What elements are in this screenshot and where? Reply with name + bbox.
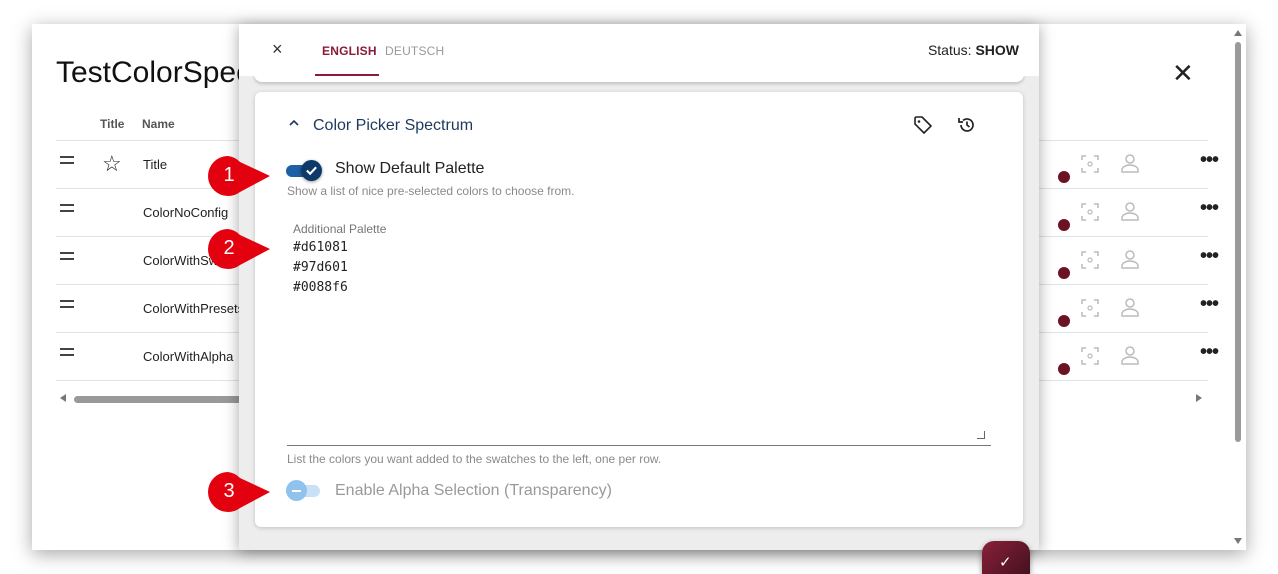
show-default-palette-toggle[interactable] xyxy=(286,160,322,181)
drag-handle-icon[interactable] xyxy=(60,156,74,164)
drag-handle-icon[interactable] xyxy=(60,348,74,356)
chevron-up-icon[interactable] xyxy=(289,118,299,128)
section-card: Color Picker Spectrum Show Default Palet… xyxy=(255,92,1030,574)
focus-icon[interactable] xyxy=(1081,347,1099,365)
tag-icon[interactable] xyxy=(913,115,933,135)
more-menu-icon[interactable]: ••• xyxy=(1200,245,1219,268)
save-button[interactable]: ✓ xyxy=(982,541,1030,574)
drag-handle-icon[interactable] xyxy=(60,252,74,260)
star-icon[interactable]: ☆ xyxy=(102,151,122,177)
save-button-label: ✓ xyxy=(999,554,1012,571)
show-default-palette-hint: Show a list of nice pre-selected colors … xyxy=(287,184,575,198)
active-tab-indicator xyxy=(315,74,379,76)
status-dot xyxy=(1058,315,1070,327)
callout-number: 1 xyxy=(223,164,235,186)
status-dot xyxy=(1058,219,1070,231)
status-dot xyxy=(1058,267,1070,279)
status-dot xyxy=(1058,363,1070,375)
additional-palette-hint: List the colors you want added to the sw… xyxy=(287,452,662,466)
history-icon[interactable] xyxy=(957,115,977,135)
person-icon[interactable] xyxy=(1121,153,1139,173)
column-header-name: Name xyxy=(142,117,175,131)
palette-line: #0088f6 xyxy=(293,280,348,295)
person-icon[interactable] xyxy=(1121,201,1139,221)
toggle-knob xyxy=(286,480,307,501)
scroll-up-icon[interactable] xyxy=(1234,30,1242,36)
enable-alpha-label: Enable Alpha Selection (Transparency) xyxy=(335,482,612,499)
palette-line: #d61081 xyxy=(293,240,348,255)
check-icon xyxy=(306,166,317,176)
focus-icon[interactable] xyxy=(1081,203,1099,221)
more-menu-icon[interactable]: ••• xyxy=(1200,149,1219,172)
row-name: ColorNoConfig xyxy=(143,205,229,220)
drag-handle-icon[interactable] xyxy=(60,300,74,308)
callout-number: 2 xyxy=(223,237,235,259)
person-icon[interactable] xyxy=(1121,345,1139,365)
row-name: ColorWithPresets xyxy=(143,301,245,316)
callout-marker: 2 xyxy=(204,227,276,271)
dialog-header: × ENGLISH DEUTSCH Status: SHOW xyxy=(239,24,1039,76)
focus-icon[interactable] xyxy=(1081,155,1099,173)
horizontal-scroll-thumb[interactable] xyxy=(74,396,244,403)
status-value: SHOW xyxy=(975,42,1019,58)
tab-english[interactable]: ENGLISH xyxy=(322,44,377,58)
callout-number: 3 xyxy=(223,480,235,502)
resize-handle-icon[interactable] xyxy=(977,431,985,439)
tab-deutsch[interactable]: DEUTSCH xyxy=(385,44,444,58)
vertical-scrollbar[interactable] xyxy=(1232,28,1244,548)
enable-alpha-toggle[interactable] xyxy=(286,480,322,501)
edit-dialog: × ENGLISH DEUTSCH Status: SHOW Color Pic… xyxy=(239,24,1039,574)
background-title: TestColorSpec xyxy=(56,56,252,89)
focus-icon[interactable] xyxy=(1081,251,1099,269)
scroll-left-icon[interactable] xyxy=(60,394,66,402)
vertical-scroll-thumb[interactable] xyxy=(1235,42,1241,442)
more-menu-icon[interactable]: ••• xyxy=(1200,197,1219,220)
minus-icon xyxy=(292,490,301,492)
close-icon[interactable]: × xyxy=(272,39,283,60)
scroll-right-icon[interactable] xyxy=(1196,394,1202,402)
drag-handle-icon[interactable] xyxy=(60,204,74,212)
section-title[interactable]: Color Picker Spectrum xyxy=(313,117,473,135)
row-name: ColorWithAlpha xyxy=(143,349,234,364)
row-name: Title xyxy=(143,157,168,172)
column-header-title: Title xyxy=(100,117,125,131)
background-close-icon[interactable]: ✕ xyxy=(1172,58,1194,89)
person-icon[interactable] xyxy=(1121,297,1139,317)
callout-marker: 1 xyxy=(204,154,276,198)
scroll-down-icon[interactable] xyxy=(1234,538,1242,544)
more-menu-icon[interactable]: ••• xyxy=(1200,293,1219,316)
status-text: Status: SHOW xyxy=(928,42,1019,58)
callout-marker: 3 xyxy=(204,470,276,514)
more-menu-icon[interactable]: ••• xyxy=(1200,341,1219,364)
additional-palette-textarea[interactable]: #d61081 #97d601 #0088f6 xyxy=(287,238,991,446)
status-dot xyxy=(1058,171,1070,183)
focus-icon[interactable] xyxy=(1081,299,1099,317)
additional-palette-label: Additional Palette xyxy=(293,222,387,236)
palette-line: #97d601 xyxy=(293,260,348,275)
status-prefix: Status: xyxy=(927,42,972,58)
show-default-palette-label: Show Default Palette xyxy=(335,160,485,177)
toggle-knob xyxy=(301,160,322,181)
person-icon[interactable] xyxy=(1121,249,1139,269)
